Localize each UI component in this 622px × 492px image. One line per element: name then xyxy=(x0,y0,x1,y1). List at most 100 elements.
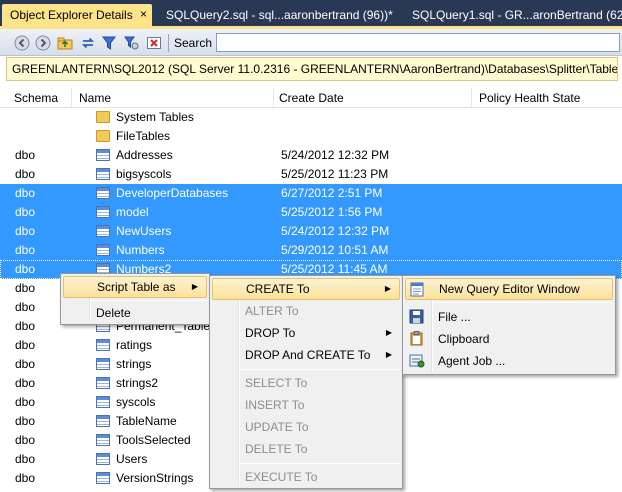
stop-icon[interactable] xyxy=(146,35,162,51)
grid-header: Schema Name Create Date Policy Health St… xyxy=(0,88,622,108)
menu-item-delete-to[interactable]: DELETE To xyxy=(212,438,400,460)
column-header-name[interactable]: Name xyxy=(79,91,111,105)
submenu-arrow-icon: ▶ xyxy=(385,350,392,359)
search-label: Search xyxy=(174,36,213,50)
menu-item-execute-to[interactable]: EXECUTE To xyxy=(212,466,400,488)
menu-item-script-table-as[interactable]: Script Table as ▶ xyxy=(63,276,207,298)
menu-item-label: Script Table as xyxy=(97,280,176,294)
clipboard-icon xyxy=(409,331,425,346)
schema-cell: dbo xyxy=(15,262,36,276)
create-date-cell: 5/25/2012 1:56 PM xyxy=(281,205,383,219)
menu-item-clipboard[interactable]: Clipboard xyxy=(405,328,613,350)
menu-item-label: Agent Job ... xyxy=(438,354,506,368)
tab-object-explorer-details[interactable]: Object Explorer Details × xyxy=(2,4,152,26)
document-tab-strip: Object Explorer Details × SQLQuery2.sql … xyxy=(0,0,622,29)
menu-item-alter-to[interactable]: ALTER To xyxy=(212,300,400,322)
table-icon xyxy=(96,149,110,161)
table-icon xyxy=(96,187,110,199)
name-cell: FileTables xyxy=(116,129,171,143)
table-icon xyxy=(96,358,110,370)
close-tab-icon[interactable]: × xyxy=(140,7,147,21)
menu-item-create-to[interactable]: CREATE To ▶ xyxy=(212,278,400,300)
table-row[interactable]: dbo Addresses 5/24/2012 12:32 PM xyxy=(0,146,622,165)
submenu-arrow-icon: ▶ xyxy=(384,284,391,293)
column-divider[interactable] xyxy=(273,88,274,108)
tab-sqlquery2[interactable]: SQLQuery2.sql - sql...aaronbertrand (96)… xyxy=(158,4,399,26)
name-cell: strings2 xyxy=(116,376,159,390)
table-row[interactable]: dbo DeveloperDatabases 6/27/2012 2:51 PM xyxy=(0,184,622,203)
menu-item-label: File ... xyxy=(438,310,471,324)
save-icon xyxy=(409,309,425,324)
menu-item-label: SELECT To xyxy=(245,376,308,390)
menu-item-insert-to[interactable]: INSERT To xyxy=(212,394,400,416)
search-input[interactable] xyxy=(216,33,620,52)
table-row[interactable]: System Tables xyxy=(0,108,622,127)
schema-cell: dbo xyxy=(15,224,36,238)
schema-cell: dbo xyxy=(15,167,36,181)
new-query-icon xyxy=(410,282,426,297)
schema-cell: dbo xyxy=(15,452,36,466)
schema-cell: dbo xyxy=(15,319,36,333)
menu-item-agent-job[interactable]: Agent Job ... xyxy=(405,350,613,372)
name-cell: VersionStrings xyxy=(116,471,194,485)
table-icon xyxy=(96,434,110,446)
back-icon[interactable] xyxy=(14,35,30,51)
schema-cell: dbo xyxy=(15,281,36,295)
menu-item-label: CREATE To xyxy=(246,282,310,296)
create-date-cell: 5/24/2012 12:32 PM xyxy=(281,148,390,162)
schema-cell: dbo xyxy=(15,300,36,314)
menu-item-label: Delete xyxy=(96,306,131,320)
forward-icon[interactable] xyxy=(35,35,51,51)
filter-settings-icon[interactable] xyxy=(123,35,139,51)
tab-sqlquery1[interactable]: SQLQuery1.sql - GR...aronBertrand (62))* xyxy=(404,4,622,26)
create-to-submenu: New Query Editor Window File ... Clipboa… xyxy=(402,275,616,375)
table-icon xyxy=(96,415,110,427)
menu-item-select-to[interactable]: SELECT To xyxy=(212,372,400,394)
menu-item-update-to[interactable]: UPDATE To xyxy=(212,416,400,438)
menu-item-label: INSERT To xyxy=(245,398,305,412)
column-header-policy-health-state[interactable]: Policy Health State xyxy=(479,91,580,105)
script-table-as-submenu: CREATE To ▶ ALTER To DROP To ▶ DROP And … xyxy=(209,275,403,489)
table-icon xyxy=(96,244,110,256)
schema-cell: dbo xyxy=(15,148,36,162)
column-divider[interactable] xyxy=(471,88,472,108)
menu-item-new-query-editor-window[interactable]: New Query Editor Window xyxy=(405,278,613,300)
create-date-cell: 6/27/2012 2:51 PM xyxy=(281,186,383,200)
schema-cell: dbo xyxy=(15,414,36,428)
menu-separator xyxy=(240,369,400,370)
menu-separator xyxy=(91,300,207,301)
filter-icon[interactable] xyxy=(101,35,117,51)
sync-icon[interactable] xyxy=(80,35,96,51)
table-row[interactable]: dbo bigsyscols 5/25/2012 11:23 PM xyxy=(0,165,622,184)
table-row[interactable]: dbo model 5/25/2012 1:56 PM xyxy=(0,203,622,222)
breadcrumb-path: GREENLANTERN\SQL2012 (SQL Server 11.0.23… xyxy=(6,57,618,81)
schema-cell: dbo xyxy=(15,357,36,371)
menu-item-label: New Query Editor Window xyxy=(439,282,580,296)
schema-cell: dbo xyxy=(15,243,36,257)
create-date-cell: 5/25/2012 11:23 PM xyxy=(281,167,389,181)
menu-item-delete[interactable]: Delete xyxy=(63,302,207,324)
table-row[interactable]: dbo Numbers 5/29/2012 10:51 AM xyxy=(0,241,622,260)
table-icon xyxy=(96,225,110,237)
column-divider[interactable] xyxy=(71,88,72,108)
column-header-schema[interactable]: Schema xyxy=(14,91,58,105)
table-icon xyxy=(96,396,110,408)
details-toolbar: Search xyxy=(0,29,622,56)
up-folder-icon[interactable] xyxy=(57,35,73,51)
name-cell: NewUsers xyxy=(116,224,172,238)
menu-item-label: Clipboard xyxy=(438,332,490,346)
menu-item-label: DROP And CREATE To xyxy=(245,348,371,362)
toolbar-separator xyxy=(168,34,169,52)
table-row[interactable]: dbo NewUsers 5/24/2012 12:32 PM xyxy=(0,222,622,241)
schema-cell: dbo xyxy=(15,338,36,352)
menu-item-drop-and-create-to[interactable]: DROP And CREATE To ▶ xyxy=(212,344,400,366)
column-header-create-date[interactable]: Create Date xyxy=(279,91,344,105)
name-cell: syscols xyxy=(116,395,156,409)
menu-item-drop-to[interactable]: DROP To ▶ xyxy=(212,322,400,344)
menu-item-file[interactable]: File ... xyxy=(405,306,613,328)
table-row[interactable]: FileTables xyxy=(0,127,622,146)
name-cell: Users xyxy=(116,452,148,466)
menu-separator xyxy=(433,302,613,303)
schema-cell: dbo xyxy=(15,395,36,409)
schema-cell: dbo xyxy=(15,205,36,219)
